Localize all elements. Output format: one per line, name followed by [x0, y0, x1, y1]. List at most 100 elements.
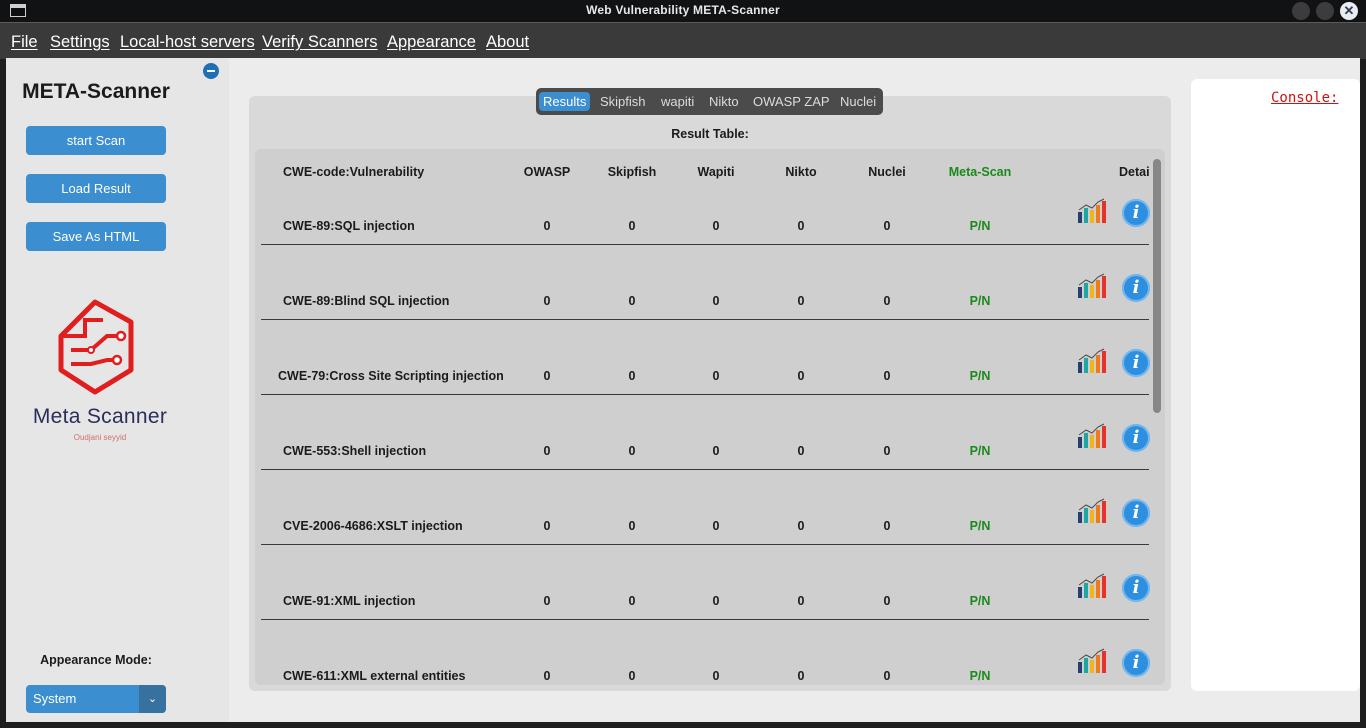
header-wapiti: Wapiti: [697, 165, 735, 179]
row-nikto-count: 0: [797, 444, 805, 458]
row-vulnerability: CWE-611:XML external entities: [283, 669, 466, 683]
row-owasp-count: 0: [543, 369, 551, 383]
row-wapiti-count: 0: [712, 369, 720, 383]
result-table-title: Result Table:: [671, 127, 749, 141]
menu-local-host-servers[interactable]: Local-host servers: [120, 33, 255, 52]
menu-appearance[interactable]: Appearance: [387, 33, 476, 52]
row-nuclei-count: 0: [883, 294, 891, 308]
row-meta-scan: P/N: [969, 594, 991, 608]
info-icon[interactable]: i: [1122, 499, 1150, 527]
info-icon[interactable]: i: [1122, 424, 1150, 452]
row-owasp-count: 0: [543, 219, 551, 233]
row-separator: [261, 394, 1149, 395]
row-meta-scan: P/N: [969, 369, 991, 383]
info-icon[interactable]: i: [1122, 274, 1150, 302]
tab-nuclei[interactable]: Nuclei: [836, 92, 880, 111]
row-skipfish-count: 0: [628, 369, 636, 383]
tab-results[interactable]: Results: [539, 92, 591, 111]
appearance-mode-select[interactable]: System ⌄: [26, 685, 166, 713]
info-icon[interactable]: i: [1122, 574, 1150, 602]
console-label: Console:: [1271, 90, 1339, 106]
chart-icon[interactable]: [1077, 422, 1107, 450]
header-meta-scan: Meta-Scan: [948, 165, 1012, 179]
minimize-button[interactable]: [1292, 2, 1310, 20]
row-vulnerability: CWE-79:Cross Site Scripting injection: [278, 369, 504, 383]
chevron-down-icon[interactable]: ⌄: [139, 685, 166, 713]
console-panel: [1191, 79, 1360, 691]
row-nikto-count: 0: [797, 219, 805, 233]
row-vulnerability: CWE-89:Blind SQL injection: [283, 294, 450, 308]
window-title: Web Vulnerability META-Scanner: [586, 3, 780, 17]
tab-skipfish[interactable]: Skipfish: [596, 92, 650, 111]
row-meta-scan: P/N: [969, 669, 991, 683]
start-scan-button[interactable]: start Scan: [26, 126, 166, 155]
logo-subtitle: Oudjani seyyid: [73, 433, 127, 442]
row-separator: [261, 469, 1149, 470]
chart-icon[interactable]: [1077, 497, 1107, 525]
menu-about[interactable]: About: [486, 33, 529, 52]
chart-icon[interactable]: [1077, 347, 1107, 375]
row-separator: [261, 544, 1149, 545]
chart-icon[interactable]: [1077, 197, 1107, 225]
row-nikto-count: 0: [797, 294, 805, 308]
row-owasp-count: 0: [543, 444, 551, 458]
row-nikto-count: 0: [797, 669, 805, 683]
row-wapiti-count: 0: [712, 219, 720, 233]
info-icon[interactable]: i: [1122, 649, 1150, 677]
menu-file[interactable]: File: [11, 33, 38, 52]
menu-verify-scanners[interactable]: Verify Scanners: [262, 33, 378, 52]
row-owasp-count: 0: [543, 294, 551, 308]
row-separator: [261, 244, 1149, 245]
maximize-button[interactable]: [1316, 2, 1334, 20]
row-wapiti-count: 0: [712, 519, 720, 533]
tab-owasp-zap[interactable]: OWASP ZAP: [749, 92, 834, 111]
header-owasp: OWASP: [523, 165, 571, 179]
close-button[interactable]: [1340, 2, 1358, 20]
row-vulnerability: CWE-553:Shell injection: [283, 444, 427, 458]
collapse-sidebar-icon[interactable]: [203, 63, 219, 79]
row-nuclei-count: 0: [883, 594, 891, 608]
chart-icon[interactable]: [1077, 647, 1107, 675]
row-wapiti-count: 0: [712, 294, 720, 308]
header-detail: Detai: [1119, 165, 1150, 179]
menu-settings[interactable]: Settings: [50, 33, 110, 52]
tab-wapiti[interactable]: wapiti: [657, 92, 698, 111]
info-icon[interactable]: i: [1122, 199, 1150, 227]
row-separator: [261, 619, 1149, 620]
title-bar: Web Vulnerability META-Scanner: [0, 0, 1366, 22]
header-vulnerability: CWE-code:Vulnerability: [283, 165, 425, 179]
appearance-mode-value: System: [33, 691, 77, 706]
row-wapiti-count: 0: [712, 444, 720, 458]
header-skipfish: Skipfish: [607, 165, 657, 179]
tab-nikto[interactable]: Nikto: [705, 92, 743, 111]
row-separator: [261, 319, 1149, 320]
row-owasp-count: 0: [543, 519, 551, 533]
save-as-html-button[interactable]: Save As HTML: [26, 222, 166, 251]
row-wapiti-count: 0: [712, 669, 720, 683]
row-vulnerability: CVE-2006-4686:XSLT injection: [283, 519, 463, 533]
row-vulnerability: CWE-89:SQL injection: [283, 219, 415, 233]
row-nuclei-count: 0: [883, 669, 891, 683]
row-wapiti-count: 0: [712, 594, 720, 608]
header-nikto: Nikto: [785, 165, 817, 179]
row-skipfish-count: 0: [628, 444, 636, 458]
row-skipfish-count: 0: [628, 594, 636, 608]
row-meta-scan: P/N: [969, 444, 991, 458]
row-skipfish-count: 0: [628, 294, 636, 308]
row-owasp-count: 0: [543, 669, 551, 683]
row-nuclei-count: 0: [883, 369, 891, 383]
row-skipfish-count: 0: [628, 669, 636, 683]
chart-icon[interactable]: [1077, 272, 1107, 300]
meta-scanner-logo: [58, 299, 134, 395]
info-icon[interactable]: i: [1122, 349, 1150, 377]
chart-icon[interactable]: [1077, 572, 1107, 600]
row-nikto-count: 0: [797, 519, 805, 533]
scanner-tabs: Results Skipfish wapiti Nikto OWASP ZAP …: [536, 88, 883, 115]
load-result-button[interactable]: Load Result: [26, 174, 166, 203]
logo-text: Meta Scanner: [32, 405, 168, 428]
row-skipfish-count: 0: [628, 519, 636, 533]
row-owasp-count: 0: [543, 594, 551, 608]
table-scrollbar[interactable]: [1153, 159, 1161, 413]
app-brand-title: META-Scanner: [22, 80, 170, 103]
row-skipfish-count: 0: [628, 219, 636, 233]
